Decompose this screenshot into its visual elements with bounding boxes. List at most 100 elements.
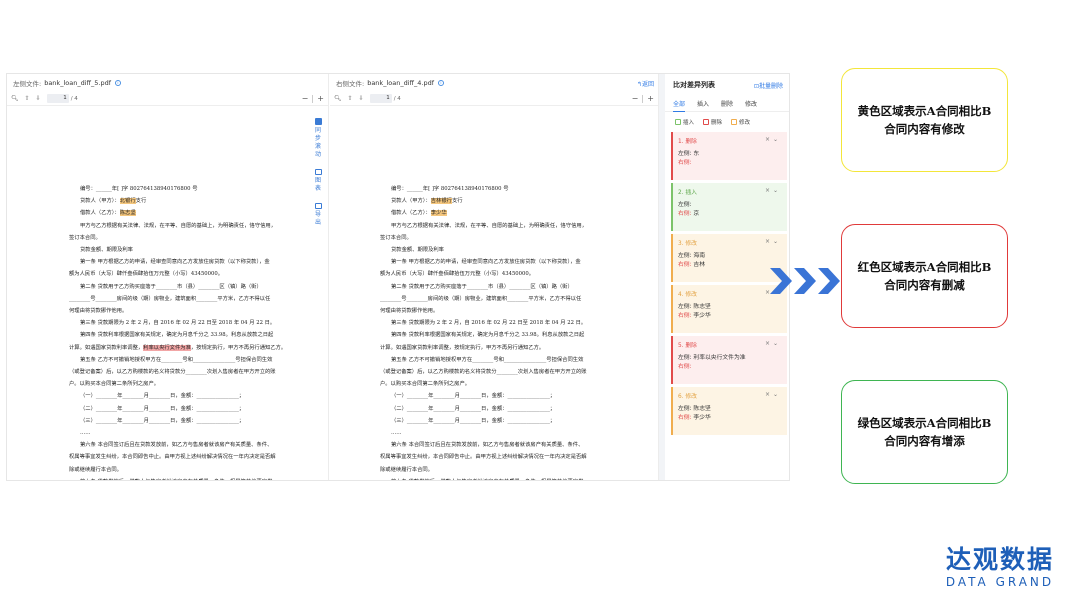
- back-label: 返回: [641, 81, 654, 88]
- prev-page-icon[interactable]: ⇧: [348, 95, 353, 102]
- info-icon[interactable]: i: [437, 80, 444, 86]
- arrow-chevron: [770, 268, 792, 294]
- diff-highlight[interactable]: 北银行: [119, 198, 136, 205]
- tab-delete[interactable]: 删除: [721, 99, 733, 108]
- doc-line: 第四条 贷款利率根据国家有关规定，确定为月息千分之 33.98。利息从放款之日起: [69, 329, 317, 341]
- diff-right-row: 右侧:: [678, 363, 782, 372]
- legend-swatch-icon: [731, 119, 738, 125]
- diff-right-row: 右侧:: [678, 159, 782, 168]
- left-file-name: bank_loan_diff_5.pdf: [44, 79, 111, 87]
- right-file-label: 右侧文件:: [336, 80, 365, 88]
- left-document-page[interactable]: 编号：______年[ ]字 802764138940176800 号贷款人（甲…: [7, 107, 328, 480]
- doc-line-text: 签订本合同。: [380, 234, 412, 241]
- doc-line: 甲方与乙方根据有关法律、法规，在平等、自愿的基础上，为明确责任，恪守信用，: [69, 220, 317, 232]
- legend-label: 修改: [739, 120, 751, 126]
- search-icon[interactable]: 🔍︎: [11, 95, 19, 102]
- next-page-icon[interactable]: ⇩: [359, 95, 364, 102]
- tab-modify[interactable]: 修改: [745, 99, 757, 108]
- doc-line-text: 签订本合同。: [69, 234, 101, 241]
- doc-line: 第五条 乙方不可撤销地授权甲方在________号和______________…: [69, 354, 317, 366]
- diff-highlight[interactable]: 陈志坚: [119, 210, 136, 217]
- close-icon[interactable]: ×: [765, 238, 773, 245]
- doc-line: （或登记备案）后，以乙方购楼款的名义将贷款分________次划入售房者在甲方开…: [380, 366, 650, 378]
- page-number-input[interactable]: 1: [369, 94, 392, 103]
- diff-card[interactable]: 1. 删除 ×⌄ 左侧: 东右侧:: [671, 132, 787, 180]
- doc-line-text: ________号________房间的级（期）房物业，建筑面积________…: [380, 295, 582, 302]
- triple-arrow-icon: [770, 268, 840, 294]
- zoom-out-icon[interactable]: −: [302, 94, 309, 103]
- diff-highlight[interactable]: 李少华: [430, 210, 447, 217]
- logo-english: DATA GRAND: [945, 575, 1055, 589]
- doc-line-text: 第六条 本合同签订后且在贷款发放前，如乙方与售房者就该房产有关质量、条件、: [391, 442, 584, 449]
- left-value: 海南: [693, 253, 705, 259]
- card-controls: ×⌄: [765, 238, 781, 245]
- zoom-out-icon[interactable]: −: [632, 94, 639, 103]
- doc-line: 借款人（乙方）：李少华: [380, 207, 650, 219]
- doc-line-text: 第五条 乙方不可撤销地授权甲方在________号和______________…: [80, 356, 273, 363]
- batch-delete-button[interactable]: ⊡批量删除: [754, 81, 783, 90]
- doc-line: 除或继续履行本合同。: [69, 464, 317, 476]
- tool-export[interactable]: 导出: [312, 203, 324, 227]
- doc-line: 第六条 本合同签订后且在贷款发放前，如乙方与售房者就该房产有关质量、条件、: [380, 439, 650, 451]
- info-icon[interactable]: i: [114, 80, 121, 86]
- doc-line: 甲方与乙方根据有关法律、法规，在平等、自愿的基础上，为明确责任，恪守信用，: [380, 220, 650, 232]
- card-controls: ×⌄: [765, 136, 781, 143]
- prev-page-icon[interactable]: ⇧: [25, 95, 30, 102]
- doc-line-text: 第二条 贷款用于乙方购买座落于________市（县）________区（镇）路…: [80, 283, 262, 290]
- close-icon[interactable]: ×: [765, 391, 773, 398]
- legend-swatch-icon: [675, 119, 681, 125]
- chevron-down-icon[interactable]: ⌄: [773, 136, 781, 143]
- right-document-pane: 右侧文件: bank_loan_diff_4.pdf i ↰返回 🔍︎ ⇧ ⇩ …: [330, 74, 659, 480]
- zoom-in-icon[interactable]: +: [317, 94, 324, 103]
- close-icon[interactable]: ×: [765, 340, 773, 347]
- left-value: 陈志坚: [693, 406, 711, 412]
- tab-all[interactable]: 全部: [673, 99, 686, 112]
- doc-line: 户。以购买本合同第二条所列之房产。: [380, 378, 650, 390]
- chevron-down-icon[interactable]: ⌄: [773, 187, 781, 194]
- search-icon[interactable]: 🔍︎: [334, 95, 342, 102]
- right-value: 吉林: [693, 262, 705, 268]
- export-icon: [314, 203, 322, 209]
- right-label: 右侧:: [678, 160, 692, 166]
- back-link[interactable]: ↰返回: [637, 79, 654, 88]
- doc-line-text: 何理由将贷款挪作他用。: [380, 308, 439, 315]
- diff-card[interactable]: 2. 插入 ×⌄ 左侧: 右侧: 京: [671, 183, 787, 231]
- diff-panel-header: 比对差异列表 ⊡批量删除: [665, 74, 789, 96]
- legend-item: 删除: [703, 118, 722, 126]
- chevron-down-icon[interactable]: ⌄: [773, 340, 781, 347]
- left-value: 陈志坚: [693, 304, 711, 310]
- divider: [642, 94, 644, 103]
- tab-insert[interactable]: 插入: [697, 99, 709, 108]
- page-number-input[interactable]: 1: [46, 94, 69, 103]
- doc-line: 何理由将贷款挪作他用。: [69, 305, 317, 317]
- tool-sync-scroll[interactable]: 同步滚动: [312, 118, 324, 159]
- chevron-down-icon[interactable]: ⌄: [773, 391, 781, 398]
- diff-highlight[interactable]: 利率以央行文件为准: [143, 344, 191, 351]
- doc-line-text: 第一条 甲方根据乙方的申请，经审查同意向乙方发放住房贷款（以下称贷款），金: [391, 259, 581, 266]
- doc-line: 第四条 贷款利率根据国家有关规定，确定为月息千分之 33.98。利息从放款之日起: [380, 329, 650, 341]
- doc-line: 第七条 贷款发放后，借款人与售房者就该房产有关质量、条件、权属等其他事宜发: [69, 476, 317, 480]
- legend-label: 删除: [711, 120, 723, 126]
- doc-line-text: 甲方与乙方根据有关法律、法规，在平等、自愿的基础上，为明确责任，恪守信用，: [391, 222, 587, 229]
- doc-line-text: 支行: [451, 198, 463, 205]
- next-page-icon[interactable]: ⇩: [36, 95, 41, 102]
- tool-chart[interactable]: 图表: [312, 169, 324, 193]
- left-document-text: 编号：______年[ ]字 802764138940176800 号贷款人（甲…: [69, 183, 317, 480]
- close-icon[interactable]: ×: [765, 187, 773, 194]
- doc-line: 借款人（乙方）：陈志坚: [69, 207, 317, 219]
- zoom-in-icon[interactable]: +: [647, 94, 654, 103]
- diff-card[interactable]: 5. 删除 ×⌄ 左侧: 利率以央行文件为准 右侧:: [671, 336, 787, 384]
- right-document-page[interactable]: 编号：______年[ ]字 802764138940176800 号贷款人（甲…: [330, 107, 658, 480]
- doc-line: 第三条 贷款期限为 2 年 2 月，自 2016 年 02 月 22 日至 20…: [380, 317, 650, 329]
- chevron-down-icon[interactable]: ⌄: [773, 238, 781, 245]
- left-pane-header: 左侧文件: bank_loan_diff_5.pdf i: [7, 74, 328, 92]
- diff-card[interactable]: 6. 修改 ×⌄ 左侧: 陈志坚 右侧: 李少华: [671, 387, 787, 435]
- page-total: / 4: [70, 95, 78, 102]
- close-icon[interactable]: ×: [765, 136, 773, 143]
- doc-line-text: （二）________年________月________日，金额：______…: [391, 405, 556, 412]
- diff-panel-title: 比对差异列表: [673, 81, 715, 89]
- diff-highlight[interactable]: 吉林银行: [430, 198, 452, 205]
- doc-line: 计算。如遇国家贷款利率调整，利率以央行文件为准，按规定执行，甲方不再另行通知乙方…: [69, 342, 317, 354]
- doc-line-text: 编号：______年[ ]字 802764138940176800 号: [80, 186, 198, 192]
- diff-left-row: 左侧: 海南: [678, 252, 782, 261]
